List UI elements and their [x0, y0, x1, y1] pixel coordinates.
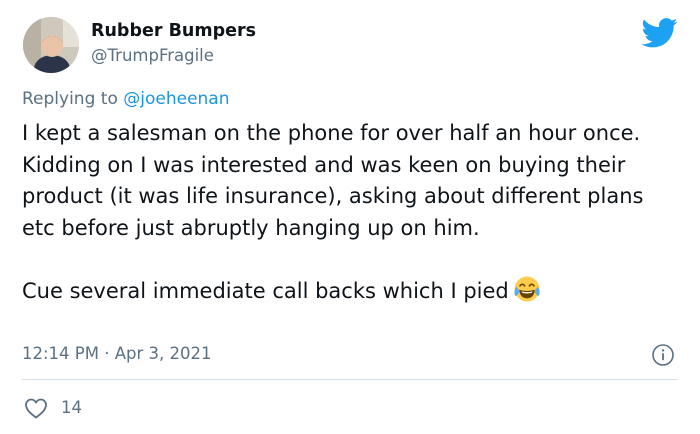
- user-handle[interactable]: @TrumpFragile: [91, 46, 214, 65]
- replying-to-line: Replying to @joeheenan: [22, 89, 230, 109]
- tweet-text: I kept a salesman on the phone for over …: [22, 118, 682, 308]
- tweet-timestamp[interactable]: 12:14 PM · Apr 3, 2021: [22, 344, 211, 363]
- replying-to-label: Replying to: [22, 89, 124, 109]
- face-with-tears-of-joy-icon: [514, 276, 540, 302]
- tweet-paragraph-text: Cue several immediate call backs which I…: [22, 279, 509, 304]
- reply-mention-link[interactable]: @joeheenan: [123, 89, 229, 109]
- info-icon[interactable]: [651, 343, 675, 367]
- tweet-paragraph: Cue several immediate call backs which I…: [22, 275, 682, 308]
- tweet-paragraph: I kept a salesman on the phone for over …: [22, 121, 644, 240]
- tweet-card: Rubber Bumpers @TrumpFragile Replying to…: [0, 0, 700, 434]
- heart-icon[interactable]: [24, 397, 48, 419]
- avatar[interactable]: [23, 17, 79, 73]
- divider: [22, 379, 678, 380]
- like-count: 14: [61, 398, 82, 417]
- avatar-image: [23, 17, 79, 73]
- twitter-bird-icon[interactable]: [642, 18, 678, 48]
- display-name[interactable]: Rubber Bumpers: [91, 21, 256, 41]
